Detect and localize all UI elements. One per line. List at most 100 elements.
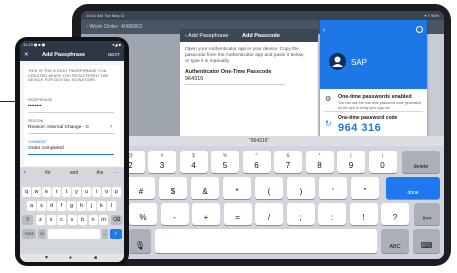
key-w[interactable]: w (32, 187, 41, 197)
key-8[interactable]: * 8 (305, 151, 334, 173)
key-i[interactable]: i (92, 187, 101, 197)
key-primary-label: & (202, 187, 208, 196)
phone-space-key[interactable] (48, 229, 100, 239)
key-symbol[interactable]: * (223, 177, 251, 199)
key-5[interactable]: % 5 (211, 151, 239, 173)
key-u[interactable]: u (82, 187, 91, 197)
key-k[interactable]: k (97, 201, 106, 211)
passphrase-input[interactable]: •••••••• (28, 104, 41, 109)
close-icon[interactable]: ✕ (24, 52, 29, 58)
key-t[interactable]: t (62, 187, 71, 197)
key-v[interactable]: v (67, 215, 77, 225)
key-a[interactable]: a (27, 201, 36, 211)
key-primary-label: / (267, 213, 271, 222)
key-p[interactable]: p (112, 187, 121, 197)
done-key[interactable]: done (386, 177, 440, 199)
more-options-icon[interactable]: ⋯ (113, 170, 118, 176)
nav-back-icon[interactable]: ▼ (44, 255, 49, 261)
key-o[interactable]: o (102, 187, 111, 197)
key-primary-label: + (203, 213, 209, 222)
symbols-shift-key[interactable]: #+= (414, 203, 440, 225)
key-primary-label: ) (299, 187, 303, 196)
space-key[interactable] (155, 229, 377, 253)
key-symbol[interactable]: = (223, 203, 252, 225)
key-6[interactable]: ^ 6 (242, 151, 271, 173)
key-3[interactable]: #3 (148, 151, 176, 173)
key-0[interactable]: ) 0 (368, 151, 397, 173)
backspace-key[interactable]: ⌫ (111, 215, 122, 225)
sap-back-icon[interactable]: ‹ (323, 27, 325, 34)
key-primary-label: 6 (254, 161, 259, 170)
key-symbol[interactable]: # (127, 177, 155, 199)
modal-back-button[interactable]: ‹ Add Passphrase (185, 33, 228, 39)
key-primary-label: ? (392, 213, 398, 222)
shift-key[interactable]: ⇧ (22, 215, 33, 225)
symbols-key[interactable]: ?123 (22, 229, 36, 239)
key-symbol[interactable]: & (191, 177, 219, 199)
period-key[interactable]: . (102, 229, 108, 239)
key-7[interactable]: & 7 (274, 151, 302, 173)
key-symbol[interactable]: ' (319, 177, 347, 199)
settings-gear-icon[interactable] (416, 26, 423, 33)
key-d[interactable]: d (47, 201, 56, 211)
key-m[interactable]: m (99, 215, 108, 225)
key-s[interactable]: s (37, 201, 46, 211)
key-secondary-label: # (160, 153, 164, 159)
next-button[interactable]: NEXT (108, 52, 120, 57)
key-symbol[interactable]: : (318, 203, 346, 225)
key-symbol[interactable]: + (192, 203, 220, 225)
key-q[interactable]: q (22, 187, 31, 197)
otp-enabled-description: You can use the one-time password code g… (338, 101, 421, 110)
enter-key[interactable]: ✓ (110, 229, 122, 239)
key-4[interactable]: $4 (179, 151, 208, 173)
comment-input[interactable]: Order completed (28, 146, 64, 151)
key-e[interactable]: e (42, 187, 51, 197)
key-symbol[interactable]: - (160, 203, 189, 225)
passcode-input[interactable]: 964316 (185, 76, 203, 82)
key-symbol[interactable]: " (351, 177, 379, 199)
microphone-icon[interactable]: 🎙 (129, 229, 151, 253)
work-order-back-link[interactable]: ‹ Work Order: 4068962 (86, 24, 142, 30)
key-z[interactable]: z (36, 215, 45, 225)
delete-key[interactable]: delete (402, 151, 440, 173)
key-symbol[interactable]: ! (349, 203, 378, 225)
key-primary-label: 8 (317, 161, 322, 170)
key-secondary-label: ^ (255, 153, 258, 159)
key-y[interactable]: y (72, 187, 81, 197)
key-r[interactable]: r (52, 187, 61, 197)
key-9[interactable]: (9 (337, 151, 365, 173)
chevron-left-icon[interactable]: ‹ (24, 170, 26, 176)
key-symbol[interactable]: $ (159, 177, 187, 199)
keyboard-suggestion[interactable]: "964316" (249, 138, 269, 144)
key-j[interactable]: j (87, 201, 96, 211)
key-h[interactable]: h (77, 201, 86, 211)
nav-recents-icon[interactable]: ■ (94, 255, 97, 261)
suggestion-the[interactable]: the (90, 170, 110, 176)
nav-home-icon[interactable]: ● (69, 255, 72, 261)
emoji-icon[interactable]: ☺ (38, 229, 46, 239)
key-symbol[interactable]: / (255, 203, 283, 225)
sap-authenticator-panel: ‹ SAP ⚙ One-time passwords enabled You c… (320, 20, 427, 146)
reason-select[interactable]: Reason: Internal Change - C (28, 125, 89, 130)
key-x[interactable]: x (46, 215, 56, 225)
key-symbol[interactable]: ( (255, 177, 283, 199)
key-symbol[interactable]: % (129, 203, 157, 225)
key-c[interactable]: c (57, 215, 66, 225)
key-symbol[interactable]: ; (286, 203, 315, 225)
passphrase-form: THIS IS THE 8 DIGIT PASSPHRASE YOU CREAT… (24, 65, 120, 166)
abc-key[interactable]: ABC (381, 229, 409, 253)
key-symbol[interactable]: ? (381, 203, 409, 225)
phone-nav-bar: ▼ ● ■ (20, 254, 124, 262)
key-f[interactable]: f (57, 201, 66, 211)
key-b[interactable]: b (78, 215, 87, 225)
key-l[interactable]: l (107, 201, 116, 211)
key-n[interactable]: n (88, 215, 98, 225)
suggestion-and[interactable]: and (64, 170, 84, 176)
suggestion-for[interactable]: for (38, 170, 58, 176)
phone-keyboard: ‹ for and the ⋯ qwertyuiop asdfghjkl ⇧ zxc… (20, 167, 124, 254)
tablet-keyboard: "964316" !1@2#3$4%5^6&7*8(9)0 delete @#$… (81, 136, 444, 259)
key-primary-label: 5 (222, 161, 228, 170)
key-symbol[interactable]: ) (287, 177, 315, 199)
key-g[interactable]: g (67, 201, 76, 211)
keyboard-dismiss-icon[interactable]: ⌨ (413, 229, 440, 253)
